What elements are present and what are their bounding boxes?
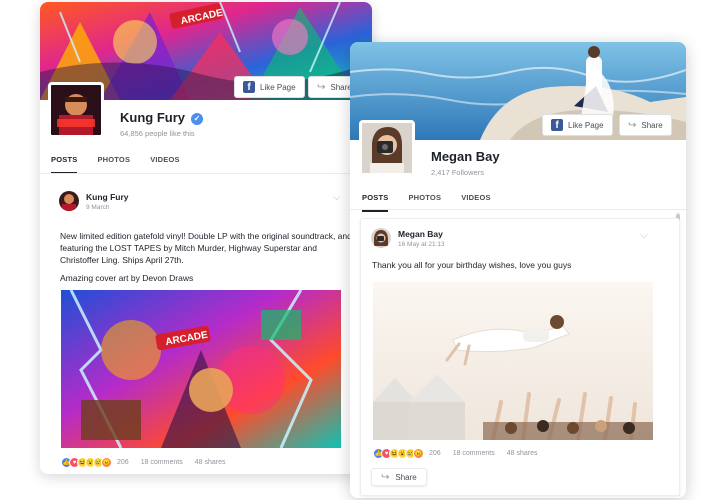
reactions-bar: 👍 ♥ 😆 😮 😢 😠 206 18 comments 48 shares <box>373 448 537 459</box>
facebook-icon: f <box>243 81 255 93</box>
comments-count[interactable]: 18 comments <box>141 459 183 466</box>
chevron-down-icon[interactable]: ⌵ <box>333 192 341 203</box>
like-page-button[interactable]: f Like Page <box>542 114 613 136</box>
comments-count[interactable]: 18 comments <box>453 450 495 457</box>
page-tabs: POSTS PHOTOS VIDEOS <box>51 155 180 174</box>
post-author-avatar[interactable] <box>59 191 79 211</box>
reactions-count[interactable]: 206 <box>117 459 129 466</box>
reactions-bar: 👍 ♥ 😆 😮 😢 😠 206 18 comments 48 shares <box>61 457 225 468</box>
post-text: Thank you all for your birthday wishes, … <box>372 260 572 270</box>
post-share-button[interactable]: ↪ Share <box>371 468 427 486</box>
shares-count[interactable]: 48 shares <box>195 459 226 466</box>
page-likes-count: 64,856 people like this <box>120 129 195 138</box>
post-photo[interactable] <box>373 282 653 440</box>
like-page-label: Like Page <box>568 120 604 130</box>
share-page-label: Share <box>641 120 663 130</box>
verified-badge-icon: ✓ <box>191 112 203 125</box>
share-page-button[interactable]: ↪ Share <box>619 114 672 136</box>
tab-posts[interactable]: POSTS <box>51 155 78 174</box>
kung-fury-page-card: ARCADE f Like Page ↪ Share Kung Fury ✓ 64… <box>40 2 372 474</box>
tabs-divider <box>350 209 686 210</box>
post-author-name[interactable]: Megan Bay <box>398 229 445 239</box>
chevron-down-icon[interactable]: ⌵ <box>640 230 648 241</box>
share-arrow-icon: ↪ <box>381 471 390 483</box>
megan-bay-avatar[interactable] <box>359 120 415 176</box>
post-header: Kung Fury 9 March <box>59 191 129 211</box>
kung-fury-avatar[interactable] <box>48 82 104 138</box>
facebook-icon: f <box>551 119 563 131</box>
post-share-label: Share <box>395 472 417 482</box>
post-text: New limited edition gatefold vinyl! Doub… <box>60 231 352 265</box>
page-title[interactable]: Kung Fury ✓ <box>120 110 203 125</box>
reactions-count[interactable]: 206 <box>429 450 441 457</box>
tab-photos[interactable]: PHOTOS <box>97 155 130 174</box>
page-name-text: Kung Fury <box>120 110 185 125</box>
post-caption: Amazing cover art by Devon Draws <box>60 273 194 283</box>
tab-videos[interactable]: VIDEOS <box>150 155 180 174</box>
post-date[interactable]: 9 March <box>86 204 129 211</box>
post-photo[interactable]: ARCADE <box>61 290 341 448</box>
share-arrow-icon: ↪ <box>317 81 326 93</box>
share-arrow-icon: ↪ <box>628 119 637 131</box>
angry-reaction-icon: 😠 <box>413 448 424 459</box>
post-header: Megan Bay 16 May at 21:13 <box>371 228 445 248</box>
post-author-name[interactable]: Kung Fury <box>86 192 129 202</box>
megan-bay-page-card: f Like Page ↪ Share Megan Bay 2,417 Foll… <box>350 42 686 498</box>
like-page-button[interactable]: f Like Page <box>234 76 305 98</box>
shares-count[interactable]: 48 shares <box>507 450 538 457</box>
page-followers-count: 2,417 Followers <box>431 168 484 177</box>
post-author-avatar[interactable] <box>371 228 391 248</box>
tabs-divider <box>40 173 372 174</box>
angry-reaction-icon: 😠 <box>101 457 112 468</box>
page-title[interactable]: Megan Bay <box>431 149 500 164</box>
post-date[interactable]: 16 May at 21:13 <box>398 241 445 248</box>
share-page-label: Share <box>330 82 352 92</box>
like-page-label: Like Page <box>260 82 296 92</box>
